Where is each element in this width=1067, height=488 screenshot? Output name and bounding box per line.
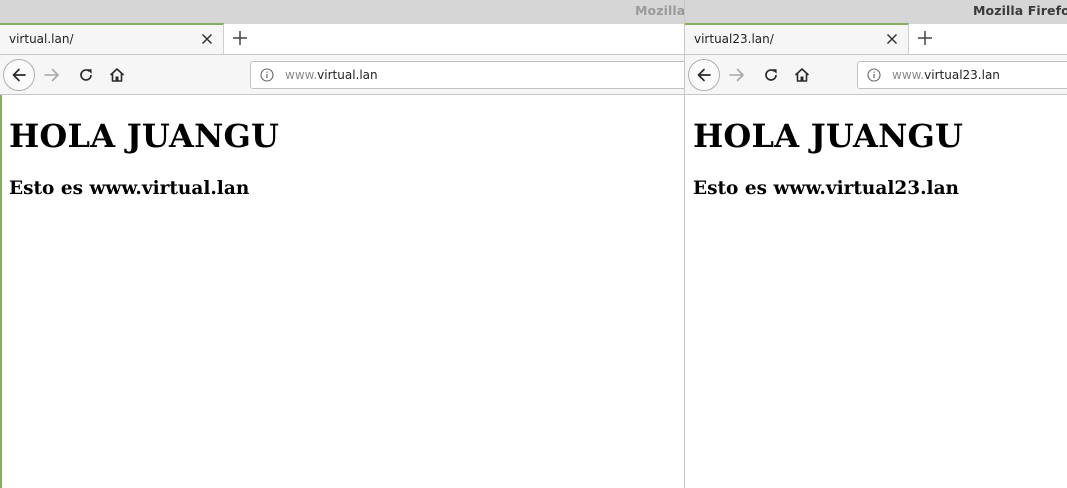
- back-button[interactable]: [3, 59, 35, 91]
- url-prefix: www.: [285, 68, 318, 82]
- info-icon[interactable]: [867, 68, 881, 82]
- plus-icon[interactable]: [232, 30, 248, 46]
- title-bar[interactable]: Mozilla Firefox: [685, 0, 1067, 24]
- back-arrow-icon: [697, 68, 711, 82]
- forward-arrow-icon[interactable]: [728, 66, 746, 84]
- browser-window-right: Mozilla Firefox virtual23.lan/: [684, 0, 1067, 488]
- desktop-screen: Mozilla Firefox virtual.lan/: [0, 0, 1067, 488]
- tab-title: virtual23.lan/: [694, 32, 774, 46]
- navigation-toolbar: www.virtual.lan: [0, 54, 684, 95]
- page-heading: HOLA JUANGU: [693, 117, 964, 155]
- url-domain: virtual23.lan: [924, 68, 1000, 82]
- url-prefix: www.: [892, 68, 925, 82]
- page-subheading: Esto es www.virtual23.lan: [693, 178, 960, 199]
- forward-arrow-icon[interactable]: [43, 66, 61, 84]
- page-heading: HOLA JUANGU: [9, 117, 280, 155]
- address-bar[interactable]: www.virtual.lan: [250, 61, 684, 89]
- url-text[interactable]: www.virtual.lan: [285, 68, 378, 82]
- page-content: HOLA JUANGU Esto es www.virtual23.lan: [685, 95, 1067, 488]
- page-subheading: Esto es www.virtual.lan: [9, 178, 250, 199]
- info-icon[interactable]: [260, 68, 274, 82]
- page-content: HOLA JUANGU Esto es www.virtual.lan: [0, 95, 684, 488]
- plus-icon[interactable]: [917, 30, 933, 46]
- browser-tab[interactable]: virtual23.lan/: [685, 23, 909, 54]
- home-icon[interactable]: [108, 66, 126, 84]
- home-icon[interactable]: [793, 66, 811, 84]
- url-text[interactable]: www.virtual23.lan: [892, 68, 1000, 82]
- close-icon[interactable]: [200, 32, 214, 46]
- title-bar[interactable]: Mozilla Firefox: [0, 0, 684, 24]
- browser-tab[interactable]: virtual.lan/: [0, 23, 224, 54]
- navigation-toolbar: www.virtual23.lan: [685, 54, 1067, 95]
- window-title: Mozilla Firefox: [635, 3, 684, 18]
- tab-title: virtual.lan/: [9, 32, 74, 46]
- window-title: Mozilla Firefox: [973, 3, 1067, 18]
- address-bar[interactable]: www.virtual23.lan: [857, 61, 1067, 89]
- back-button[interactable]: [688, 59, 720, 91]
- close-icon[interactable]: [885, 32, 899, 46]
- url-domain: virtual.lan: [317, 68, 378, 82]
- back-arrow-icon: [12, 68, 26, 82]
- reload-icon[interactable]: [762, 66, 780, 84]
- browser-window-left: Mozilla Firefox virtual.lan/: [0, 0, 684, 488]
- reload-icon[interactable]: [77, 66, 95, 84]
